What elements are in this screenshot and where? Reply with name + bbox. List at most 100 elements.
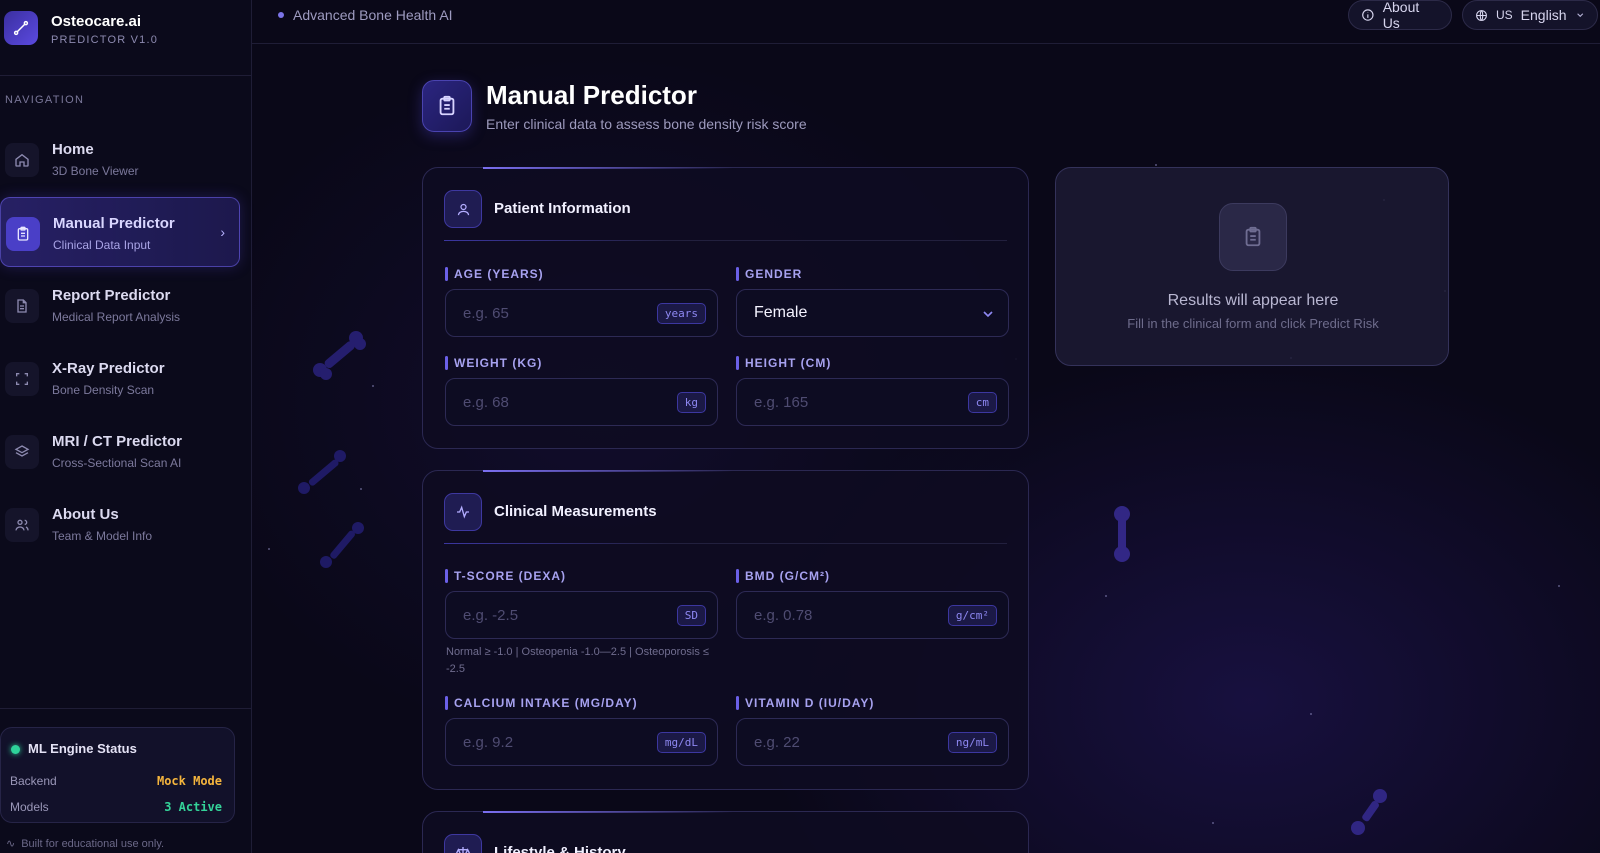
unit-badge: kg [676, 392, 706, 413]
status-value: 3 Active [164, 800, 222, 814]
sidebar-item-xray-predictor[interactable]: X-Ray Predictor Bone Density Scan [0, 343, 240, 413]
unit-badge: ng/mL [947, 732, 997, 753]
height-placeholder: e.g. 165 [754, 394, 809, 411]
bone-decoration [1351, 789, 1387, 835]
status-label: Models [10, 800, 49, 814]
pulse-icon [444, 493, 482, 531]
page-title: Manual Predictor [486, 80, 697, 110]
tscore-placeholder: e.g. -2.5 [463, 607, 519, 624]
sidebar-item-sub: Clinical Data Input [53, 238, 151, 252]
results-title: Results will appear here [1167, 292, 1339, 309]
status-row-backend: Backend Mock Mode [10, 774, 222, 788]
clinical-measurements-card: Clinical Measurements T-SCORE (DEXA) e.g… [422, 470, 1029, 790]
nav-heading: NAVIGATION [5, 94, 85, 106]
sidebar-item-title: Manual Predictor [53, 215, 175, 232]
sidebar: Osteocare.ai PREDICTOR V1.0 NAVIGATION H… [0, 0, 252, 853]
unit-badge: years [656, 303, 706, 324]
status-row-models: Models 3 Active [10, 800, 222, 814]
height-label: HEIGHT (CM) [736, 356, 831, 370]
results-panel: Results will appear here Fill in the cli… [1055, 167, 1449, 366]
gender-select[interactable]: Female [736, 289, 1009, 337]
calcium-label: CALCIUM INTAKE (MG/DAY) [445, 696, 638, 710]
sidebar-item-title: About Us [52, 506, 119, 523]
card-title: Clinical Measurements [494, 503, 657, 520]
top-bar: Advanced Bone Health AI About Us US Engl… [252, 0, 1600, 44]
card-accent-line [483, 811, 733, 813]
sidebar-item-about-us[interactable]: About Us Team & Model Info [0, 489, 240, 559]
divider [0, 708, 252, 709]
bmd-label: BMD (G/CM²) [736, 569, 830, 583]
tagline: Advanced Bone Health AI [293, 7, 453, 23]
tagline-dot [278, 12, 284, 18]
age-input[interactable]: e.g. 65 years [445, 289, 718, 337]
clipboard-icon [6, 217, 40, 251]
sidebar-item-title: Home [52, 141, 94, 158]
patient-information-card: Patient Information AGE (YEARS) e.g. 65 … [422, 167, 1029, 449]
globe-icon [1476, 9, 1487, 21]
brand-name: Osteocare.ai [51, 13, 142, 30]
footer-text: Built for educational use only. [21, 838, 165, 850]
card-accent-line [483, 167, 733, 169]
sidebar-item-title: Report Predictor [52, 287, 171, 304]
status-value: Mock Mode [156, 774, 222, 788]
chevron-down-icon [1576, 13, 1583, 18]
sidebar-item-sub: Team & Model Info [52, 529, 153, 543]
activity-icon: ∿ [6, 838, 16, 850]
calcium-input[interactable]: e.g. 9.2 mg/dL [445, 718, 718, 766]
page-subtitle: Enter clinical data to assess bone densi… [486, 116, 807, 132]
lifestyle-history-card: Lifestyle & History [422, 811, 1029, 853]
users-icon [5, 508, 39, 542]
language-code: US [1496, 8, 1513, 22]
ml-engine-status-card: ML Engine Status Backend Mock Mode Model… [0, 727, 235, 823]
bmd-placeholder: e.g. 0.78 [754, 607, 813, 624]
gender-label: GENDER [736, 267, 802, 281]
footer-note: ∿ Built for educational use only. [6, 837, 164, 850]
sidebar-item-report-predictor[interactable]: Report Predictor Medical Report Analysis [0, 270, 240, 340]
vitamin-d-input[interactable]: e.g. 22 ng/mL [736, 718, 1009, 766]
language-label: English [1520, 7, 1567, 23]
home-icon [5, 143, 39, 177]
bone-decoration [298, 450, 346, 494]
document-icon [5, 289, 39, 323]
chevron-right-icon: › [220, 224, 225, 240]
bone-decoration [320, 522, 364, 568]
bone-decoration [313, 331, 366, 380]
vitamin-d-label: VITAMIN D (IU/DAY) [736, 696, 874, 710]
results-subtitle: Fill in the clinical form and click Pred… [1127, 316, 1379, 331]
unit-badge: cm [967, 392, 997, 413]
height-input[interactable]: e.g. 165 cm [736, 378, 1009, 426]
weight-placeholder: e.g. 68 [463, 394, 509, 411]
about-us-label: About Us [1382, 0, 1420, 31]
language-selector[interactable]: US English [1462, 0, 1598, 30]
sidebar-item-title: X-Ray Predictor [52, 360, 165, 377]
user-icon [444, 190, 482, 228]
unit-badge: mg/dL [656, 732, 706, 753]
tscore-input[interactable]: e.g. -2.5 SD [445, 591, 718, 639]
sidebar-item-mri-ct-predictor[interactable]: MRI / CT Predictor Cross-Sectional Scan … [0, 416, 240, 486]
status-title: ML Engine Status [28, 741, 137, 756]
sidebar-item-sub: 3D Bone Viewer [52, 164, 139, 178]
tscore-label: T-SCORE (DEXA) [445, 569, 566, 583]
bmd-input[interactable]: e.g. 0.78 g/cm² [736, 591, 1009, 639]
clipboard-icon [1219, 203, 1287, 271]
age-placeholder: e.g. 65 [463, 305, 509, 322]
sidebar-item-sub: Medical Report Analysis [52, 310, 181, 324]
brand[interactable]: Osteocare.ai PREDICTOR V1.0 [0, 0, 252, 76]
scan-icon [5, 362, 39, 396]
status-label: Backend [10, 774, 57, 788]
bone-decoration [1114, 506, 1130, 562]
scale-icon [444, 834, 482, 853]
about-us-button[interactable]: About Us [1348, 0, 1452, 31]
sidebar-item-sub: Cross-Sectional Scan AI [52, 456, 182, 470]
layers-icon [5, 435, 39, 469]
age-label: AGE (YEARS) [445, 267, 544, 281]
brand-version: PREDICTOR V1.0 [51, 34, 159, 46]
info-icon [1362, 9, 1374, 21]
sidebar-item-manual-predictor[interactable]: Manual Predictor Clinical Data Input › [0, 197, 240, 267]
bone-logo-icon [4, 11, 38, 45]
weight-input[interactable]: e.g. 68 kg [445, 378, 718, 426]
sidebar-item-home[interactable]: Home 3D Bone Viewer [0, 124, 240, 194]
unit-badge: SD [676, 605, 706, 626]
clipboard-icon [422, 80, 472, 132]
chevron-down-icon [983, 311, 993, 318]
